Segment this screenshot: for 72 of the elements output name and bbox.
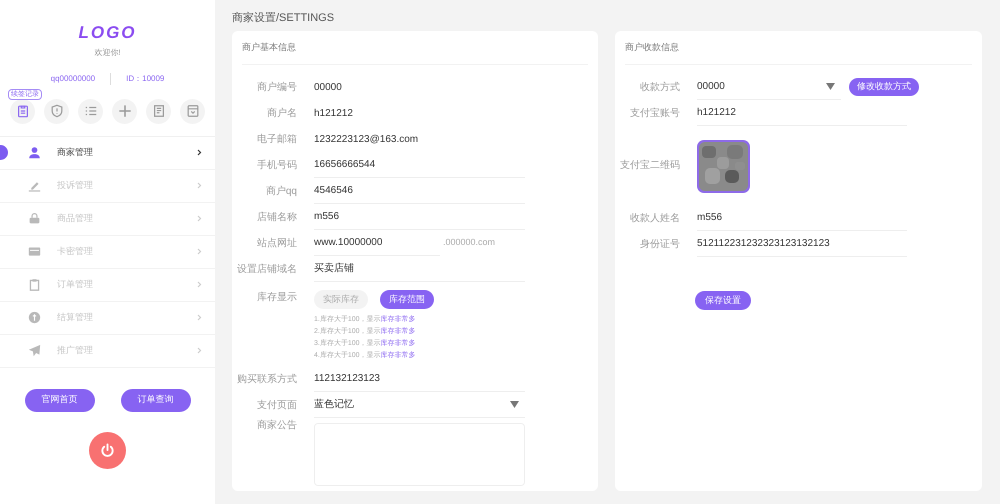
field-label: 支付宝账号 (629, 106, 680, 120)
quick-action-button[interactable] (44, 98, 69, 124)
field-label: 收款人姓名 (629, 212, 680, 226)
field-label: 站点网址 (256, 236, 297, 250)
shield-icon (50, 104, 64, 118)
field-label: 手机号码 (256, 158, 297, 172)
nav-link-button[interactable]: 官网首页 (24, 388, 94, 412)
card-title: 商户基本信息 (242, 40, 296, 54)
quick-action-button[interactable] (146, 98, 171, 124)
change-method-button[interactable]: 修改收款方式 (849, 78, 919, 96)
field-label: 电子邮箱 (256, 132, 297, 146)
chevron-right-icon (197, 248, 202, 255)
power-icon (100, 442, 115, 458)
welcome-text: 欢迎你! (94, 46, 121, 58)
input-field[interactable]: m556 (314, 204, 525, 230)
field-value: 1232223123@163.com (314, 132, 418, 146)
field-label: 支付页面 (256, 398, 297, 412)
logo: LOGO (78, 22, 137, 44)
chevron-right-icon (197, 314, 202, 321)
field-label: 收款方式 (639, 80, 680, 94)
clipboard-icon (16, 104, 30, 118)
input-field[interactable]: m556 (697, 205, 907, 231)
dropdown-arrow-icon (510, 401, 519, 408)
save-button[interactable]: 保存设置 (695, 291, 751, 310)
card-title: 商户收款信息 (625, 40, 679, 54)
quick-action-button[interactable] (180, 98, 205, 124)
paper-plane-icon (28, 344, 41, 357)
user-id-text: ID：10009 (126, 72, 164, 84)
field-label: 设置店铺域名 (236, 262, 297, 276)
account-text: qq00000000 (50, 72, 96, 84)
input-field[interactable]: 112132123123 (314, 366, 525, 392)
field-value: 00000 (314, 80, 342, 94)
domain-suffix: .000000.com (443, 236, 496, 250)
input-field[interactable]: 16656666544 (314, 152, 525, 178)
field-label: 购买联系方式 (236, 372, 297, 386)
stock-option[interactable]: 库存范围 (380, 290, 434, 309)
dropdown-field[interactable]: 00000 (697, 74, 841, 100)
input-field[interactable]: 买卖店铺 (314, 256, 525, 282)
page-title: 商家设置/SETTINGS (232, 10, 336, 26)
field-label: 商户编号 (256, 80, 297, 94)
field-value: h121212 (314, 106, 353, 120)
chevron-right-icon (197, 215, 202, 222)
power-button[interactable] (89, 432, 126, 468)
card-icon (28, 245, 41, 258)
document-icon (152, 104, 166, 118)
input-field[interactable]: h121212 (697, 100, 907, 126)
chevron-right-icon (197, 182, 202, 189)
field-label: 商户名 (266, 106, 297, 120)
field-label: 店铺名称 (256, 210, 297, 224)
dropdown-arrow-icon (826, 83, 835, 90)
clipboard-icon (28, 278, 41, 291)
field-label: 身份证号 (639, 238, 680, 252)
plus-icon (118, 104, 132, 118)
input-field[interactable]: 4546546 (314, 178, 525, 204)
field-label: 库存显示 (256, 290, 297, 305)
field-label: 商家公告 (256, 418, 297, 433)
user-icon (28, 146, 41, 159)
field-label: 商户qq (264, 184, 297, 198)
chevron-right-icon (197, 347, 202, 354)
nav-item[interactable]: 商家管理 (0, 136, 215, 170)
archive-icon (186, 104, 200, 118)
quick-action-button[interactable] (112, 98, 137, 124)
dropdown-field[interactable]: 蓝色记忆 (314, 392, 525, 418)
list-icon (84, 104, 98, 118)
input-field[interactable]: www.10000000 (314, 230, 440, 256)
quick-action-button[interactable] (78, 98, 103, 124)
field-label: 支付宝二维码 (619, 158, 680, 173)
chevron-right-icon (197, 281, 202, 288)
chevron-right-icon (197, 149, 202, 156)
input-field[interactable]: 512112231232323123132123 (697, 231, 907, 257)
nav-link-button[interactable]: 订单查询 (120, 388, 190, 412)
quick-action-button[interactable] (10, 98, 35, 124)
